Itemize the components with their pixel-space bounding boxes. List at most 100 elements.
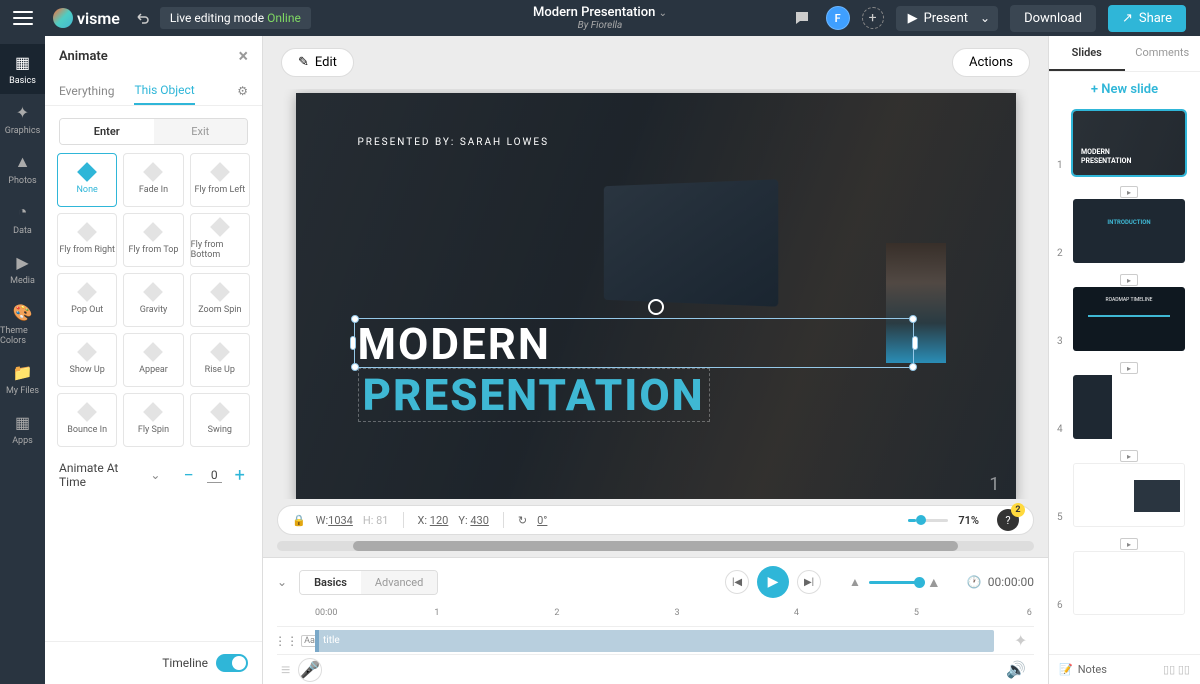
resize-handle[interactable] — [350, 336, 356, 350]
anim-fly-bottom[interactable]: Fly from Bottom — [190, 213, 250, 267]
chat-icon[interactable] — [790, 6, 814, 30]
resize-handle[interactable] — [912, 336, 918, 350]
tab-basics[interactable]: Basics — [300, 571, 361, 594]
notes-button[interactable]: 📝 Notes — [1059, 663, 1107, 676]
present-dropdown[interactable]: ⌄ — [972, 6, 998, 31]
enter-button[interactable]: Enter — [60, 119, 154, 144]
plus-button[interactable]: + — [232, 466, 248, 484]
logo: visme — [53, 8, 120, 28]
rail-basics[interactable]: ▦Basics — [0, 44, 45, 94]
tab-this-object[interactable]: This Object — [134, 77, 194, 105]
add-user-button[interactable]: + — [862, 7, 884, 29]
rail-files[interactable]: 📁My Files — [0, 354, 45, 404]
add-icon[interactable]: ✦ — [1014, 631, 1034, 650]
slide-thumb-3[interactable] — [1073, 287, 1185, 351]
rotate-icon[interactable]: ↻ — [518, 514, 527, 527]
lock-icon[interactable]: 🔒 — [292, 514, 306, 527]
drag-icon[interactable]: ⋮⋮ — [274, 634, 298, 648]
document-title[interactable]: Modern Presentation ⌄ By Fiorella — [533, 5, 667, 31]
zoom-in-icon[interactable]: ▲ — [927, 574, 941, 591]
tab-advanced[interactable]: Advanced — [361, 571, 437, 594]
slide-thumb-2[interactable] — [1073, 199, 1185, 263]
gear-icon[interactable]: ⚙ — [237, 84, 248, 98]
share-button[interactable]: ↗ Share — [1108, 5, 1186, 32]
play-button[interactable]: ▶ — [757, 566, 789, 598]
resize-handle[interactable] — [351, 315, 359, 323]
mic-button[interactable]: 🎤 — [298, 658, 322, 682]
time-value[interactable]: 0 — [207, 468, 222, 483]
tab-slides[interactable]: Slides — [1049, 36, 1125, 71]
rail-photos[interactable]: ▲Photos — [0, 144, 45, 194]
chevron-down-icon[interactable]: ⌄ — [150, 468, 160, 482]
rail-media[interactable]: ▶Media — [0, 244, 45, 294]
timeline-toggle[interactable] — [216, 654, 248, 672]
slide-thumb-5[interactable] — [1073, 463, 1185, 527]
volume-button[interactable]: 🔊 — [1006, 660, 1034, 679]
transition-icon[interactable]: ▸ — [1120, 362, 1138, 374]
slide-thumb-6[interactable] — [1073, 551, 1185, 615]
present-button[interactable]: ▶ Present — [896, 6, 980, 31]
next-button[interactable]: ▶| — [797, 570, 821, 594]
panel-title: Animate — [59, 49, 108, 64]
horizontal-scrollbar[interactable] — [277, 541, 1034, 551]
rotate-handle[interactable] — [648, 299, 664, 315]
timeline-clip[interactable]: title — [315, 630, 994, 652]
help-button[interactable]: ?2 — [997, 509, 1019, 531]
slide-thumb-4[interactable] — [1073, 375, 1185, 439]
tab-everything[interactable]: Everything — [59, 78, 114, 104]
layout-icons[interactable]: ▯▯ ▯▯ — [1163, 663, 1190, 676]
page-number: 1 — [989, 474, 999, 495]
transition-icon[interactable]: ▸ — [1120, 538, 1138, 550]
anim-fly-spin[interactable]: Fly Spin — [123, 393, 183, 447]
prev-button[interactable]: |◀ — [725, 570, 749, 594]
resize-handle[interactable] — [351, 363, 359, 371]
anim-fly-right[interactable]: Fly from Right — [57, 213, 117, 267]
title-presentation[interactable]: PRESENTATION — [358, 368, 710, 422]
rail-graphics[interactable]: ✦Graphics — [0, 94, 45, 144]
exit-button[interactable]: Exit — [154, 119, 248, 144]
undo-icon[interactable] — [134, 10, 150, 26]
anim-pop-out[interactable]: Pop Out — [57, 273, 117, 327]
anim-rise-up[interactable]: Rise Up — [190, 333, 250, 387]
collapse-icon[interactable]: ⌄ — [277, 575, 287, 589]
transition-icon[interactable]: ▸ — [1120, 450, 1138, 462]
selection-box[interactable] — [354, 318, 914, 368]
anim-fly-top[interactable]: Fly from Top — [123, 213, 183, 267]
zoom-out-icon[interactable]: ▲ — [849, 575, 861, 589]
avatar[interactable]: F — [826, 6, 850, 30]
anim-none[interactable]: None — [57, 153, 117, 207]
anim-gravity[interactable]: Gravity — [123, 273, 183, 327]
rail-apps[interactable]: ▦Apps — [0, 404, 45, 454]
tool-rail: ▦Basics ✦Graphics ▲Photos ◔Data ▶Media 🎨… — [0, 36, 45, 684]
anim-swing[interactable]: Swing — [190, 393, 250, 447]
anim-bounce-in[interactable]: Bounce In — [57, 393, 117, 447]
clock-icon: 🕐 — [967, 575, 982, 589]
anim-appear[interactable]: Appear — [123, 333, 183, 387]
transition-icon[interactable]: ▸ — [1120, 186, 1138, 198]
close-icon[interactable]: × — [238, 46, 248, 67]
timeline-zoom-slider[interactable] — [869, 581, 919, 584]
tab-comments[interactable]: Comments — [1125, 36, 1200, 71]
edit-button[interactable]: ✎ Edit — [281, 48, 354, 77]
drag-icon[interactable]: ≡ — [281, 660, 290, 680]
minus-button[interactable]: − — [180, 466, 196, 484]
slide-thumb-1[interactable] — [1073, 111, 1185, 175]
zoom-slider[interactable] — [908, 519, 948, 522]
timeline-row[interactable]: ⋮⋮Aa title ✦ — [277, 626, 1034, 654]
time-label: Animate At Time — [59, 461, 140, 489]
anim-fade-in[interactable]: Fade In — [123, 153, 183, 207]
rail-data[interactable]: ◔Data — [0, 194, 45, 244]
transition-icon[interactable]: ▸ — [1120, 274, 1138, 286]
resize-handle[interactable] — [909, 315, 917, 323]
rail-theme[interactable]: 🎨Theme Colors — [0, 294, 45, 354]
animate-panel: Animate× Everything This Object ⚙ Enter … — [45, 36, 263, 684]
anim-zoom-spin[interactable]: Zoom Spin — [190, 273, 250, 327]
download-button[interactable]: Download — [1010, 5, 1096, 32]
menu-button[interactable] — [0, 0, 45, 36]
new-slide-button[interactable]: + New slide — [1059, 82, 1190, 97]
anim-show-up[interactable]: Show Up — [57, 333, 117, 387]
actions-button[interactable]: Actions — [952, 48, 1030, 77]
resize-handle[interactable] — [909, 363, 917, 371]
slide-canvas[interactable]: PRESENTED BY: SARAH LOWES MODERN PRESENT… — [296, 93, 1016, 499]
anim-fly-left[interactable]: Fly from Left — [190, 153, 250, 207]
